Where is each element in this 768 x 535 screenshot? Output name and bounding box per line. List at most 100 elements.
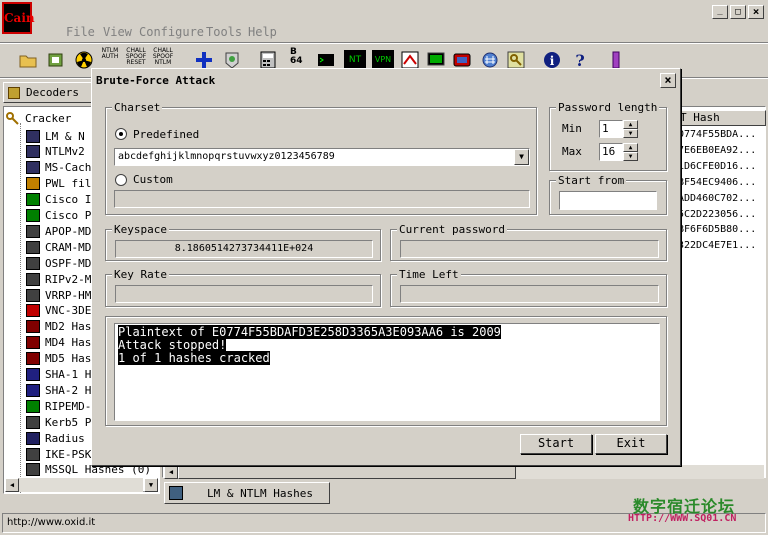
chall-spoof-reset-icon[interactable]: CHALL SPOOF RESET <box>124 48 148 68</box>
max-stepper[interactable]: ▲ ▼ <box>623 143 638 161</box>
tree-item[interactable]: APOP-MD <box>26 223 91 239</box>
menu-configure[interactable]: Configure <box>139 25 204 39</box>
tree-item[interactable]: MD5 Has <box>26 351 91 367</box>
route-icon[interactable] <box>400 50 420 70</box>
base64-icon[interactable]: B 64 <box>290 48 310 68</box>
tree-item[interactable]: OSPF-MD <box>26 255 91 271</box>
max-label: Max <box>562 145 582 158</box>
close-window-button[interactable]: × <box>748 5 764 19</box>
exit-icon[interactable] <box>606 50 626 70</box>
hash-cell[interactable]: BF6F6D5B80... <box>678 224 756 235</box>
md4-icon <box>26 336 40 350</box>
tab-lm-ntlm-label: LM & NTLM Hashes <box>207 486 313 500</box>
calculator-icon[interactable] <box>258 50 278 70</box>
hash-cell[interactable]: ADD460C702... <box>678 193 756 204</box>
menu-tools[interactable]: Tools <box>206 25 242 39</box>
list-scroll-thumb[interactable] <box>178 465 516 479</box>
help-icon[interactable]: ? <box>570 50 590 70</box>
tree-item[interactable]: CRAM-MD <box>26 239 91 255</box>
tree-item[interactable]: NTLMv2 <box>26 144 85 160</box>
tree-item[interactable]: Kerb5 P <box>26 414 91 430</box>
maximize-button[interactable]: □ <box>730 5 746 19</box>
tree-item[interactable]: Radius <box>26 430 85 446</box>
nt-icon[interactable]: NT <box>344 50 366 70</box>
min-input[interactable]: 1 <box>599 120 623 138</box>
tree-root-cracker[interactable]: Cracker <box>6 110 71 126</box>
tab-lm-ntlm-hashes[interactable]: LM & NTLM Hashes <box>164 482 330 504</box>
plus-icon[interactable] <box>194 50 214 70</box>
predefined-charset-select[interactable]: abcdefghijklmnopqrstuvwxyz0123456789 ▼ <box>114 148 530 166</box>
monitor-icon[interactable] <box>426 50 446 70</box>
tree-item-label: APOP-MD <box>45 224 92 238</box>
tree-item[interactable]: VRRP-HM <box>26 287 91 303</box>
max-input[interactable]: 16 <box>599 143 623 161</box>
scroll-left-arrow[interactable]: ◀ <box>5 478 19 492</box>
exit-button[interactable]: Exit <box>595 434 667 454</box>
tab-decoders[interactable]: Decoders <box>3 82 93 103</box>
custom-radio[interactable] <box>115 174 127 186</box>
menu-view[interactable]: View <box>103 25 132 39</box>
certificate-icon[interactable] <box>222 50 242 70</box>
hash-cell[interactable]: 5C2D223056... <box>678 209 756 220</box>
start-from-input[interactable] <box>559 191 657 210</box>
tree-item[interactable]: LM & N <box>26 128 85 144</box>
predefined-charset-value: abcdefghijklmnopqrstuvwxyz0123456789 <box>118 151 335 162</box>
vnc-icon <box>26 304 40 318</box>
predefined-radio[interactable] <box>115 128 127 140</box>
tree-item[interactable]: IKE-PSK <box>26 446 91 462</box>
cisco-ios-icon <box>26 193 40 207</box>
radioactive-icon[interactable] <box>74 50 94 70</box>
hash-cell[interactable]: 0774F55BDA... <box>678 129 756 140</box>
hash-icon[interactable] <box>480 50 500 70</box>
tree-item[interactable]: Cisco I <box>26 192 91 208</box>
terminal-icon[interactable] <box>316 50 336 70</box>
start-from-group: Start from <box>549 174 667 215</box>
hash-cell[interactable]: 7E6EB0EA92... <box>678 145 756 156</box>
tree-item[interactable]: MS-Cach <box>26 160 91 176</box>
start-button[interactable]: Start <box>520 434 592 454</box>
menu-file[interactable]: File <box>66 25 95 39</box>
ntlm-auth-icon[interactable]: NTLM AUTH <box>98 48 122 68</box>
info-icon[interactable]: i <box>542 50 562 70</box>
tree-item[interactable]: MD4 Has <box>26 335 91 351</box>
hash-cell[interactable]: 1D6CFE0D16... <box>678 161 756 172</box>
time-left-value <box>400 285 659 303</box>
chevron-down-icon[interactable]: ▼ <box>514 149 529 165</box>
min-label: Min <box>562 122 582 135</box>
hash-cell[interactable]: BF54EC9406... <box>678 177 756 188</box>
tree-item[interactable]: RIPEMD- <box>26 398 91 414</box>
list-hscrollbar[interactable]: ◀ <box>164 465 764 479</box>
cd-icon[interactable] <box>452 50 472 70</box>
key-icon[interactable] <box>506 50 526 70</box>
tree-item[interactable]: Cisco P <box>26 208 91 224</box>
tree-item[interactable]: SHA-1 H <box>26 367 91 383</box>
custom-charset-input[interactable] <box>114 190 530 208</box>
open-folder-icon[interactable] <box>18 50 38 70</box>
tree-item-label: Cisco P <box>45 209 92 222</box>
log-output[interactable]: Plaintext of E0774F55BDAFD3E258D3365A3E0… <box>114 323 660 421</box>
add-icon[interactable] <box>46 50 66 70</box>
tree-item[interactable]: MD2 Has <box>26 319 91 335</box>
hash-cell[interactable]: 322DC4E7E1... <box>678 240 756 251</box>
dialog-close-button[interactable]: × <box>660 73 676 88</box>
kerb5-icon <box>26 415 40 429</box>
list-scroll-left-arrow[interactable]: ◀ <box>164 465 178 479</box>
tree-item-label: CRAM-MD <box>45 240 92 254</box>
tree-item[interactable]: PWL fil <box>26 176 91 192</box>
minimize-button[interactable]: _ <box>712 5 728 19</box>
chall-spoof-ntlm-icon[interactable]: CHALL SPOOF NTLM <box>151 48 175 68</box>
min-stepper[interactable]: ▲ ▼ <box>623 120 638 138</box>
ms-cache-icon <box>26 161 40 175</box>
tree-item[interactable]: VNC-3DE <box>26 303 91 319</box>
tree-vscroll-down[interactable]: ▼ <box>144 478 158 492</box>
radius-icon <box>26 431 40 445</box>
tree-item[interactable]: RIPv2-M <box>26 271 91 287</box>
tree-hscrollbar[interactable]: ◀ ▶ <box>5 478 157 492</box>
hash-column-header[interactable]: T Hash <box>676 110 766 126</box>
time-left-label: Time Left <box>397 268 461 281</box>
vpn-icon[interactable]: VPN <box>372 50 394 70</box>
keyspace-value: 8.1860514273734411E+024 <box>115 240 373 258</box>
dialog-title: Brute-Force Attack <box>96 74 216 87</box>
tree-item[interactable]: SHA-2 H <box>26 382 91 398</box>
menu-help[interactable]: Help <box>248 25 277 39</box>
